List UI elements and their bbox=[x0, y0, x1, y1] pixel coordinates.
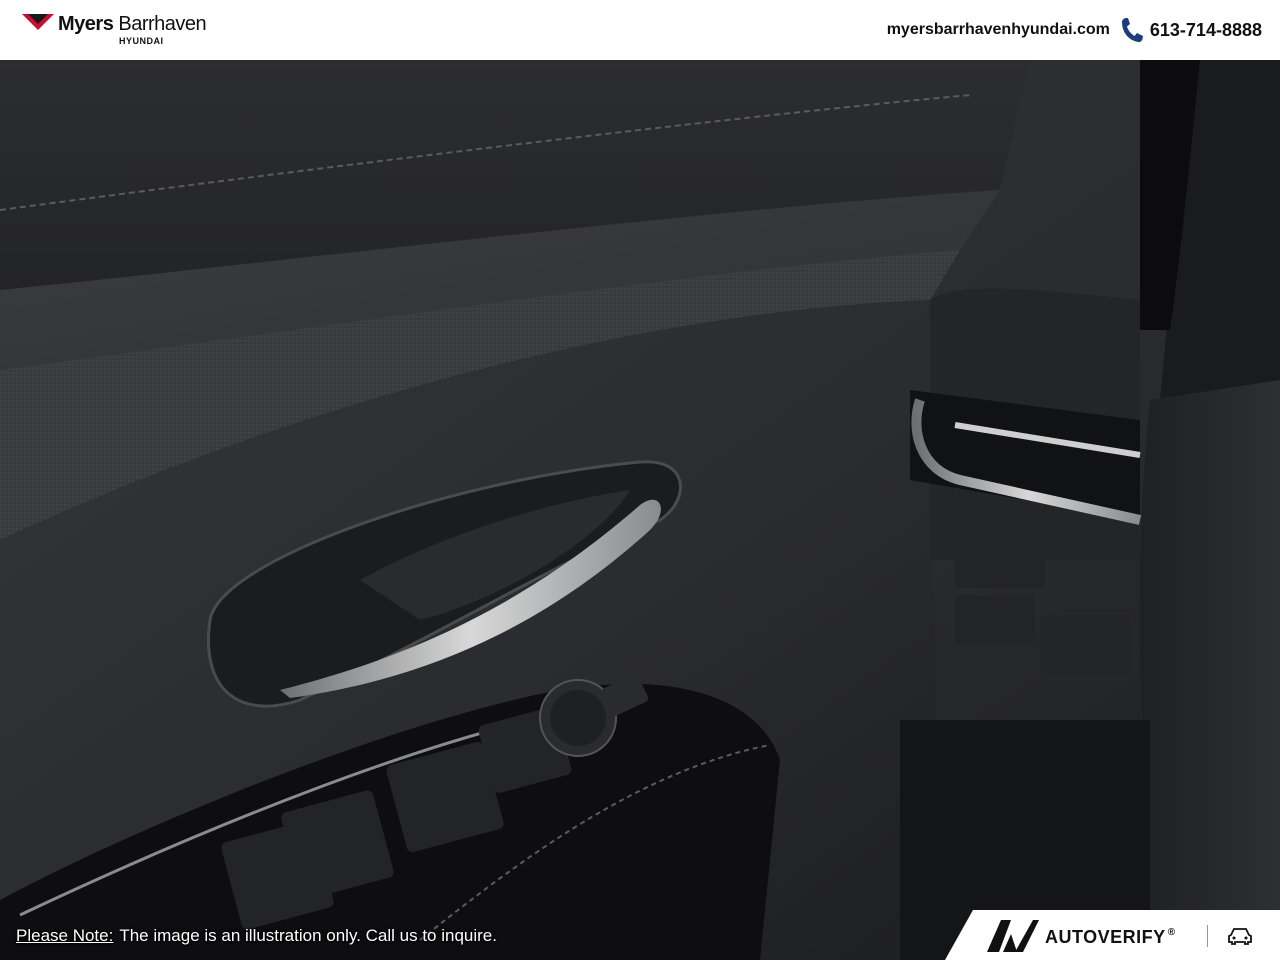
logo-name-regular: Barrhaven bbox=[118, 13, 207, 35]
autoverify-brand: AUTOVERIFY bbox=[1045, 927, 1166, 947]
registered-mark: ® bbox=[1167, 927, 1176, 938]
phone-number[interactable]: 613-714-8888 bbox=[1150, 20, 1262, 41]
autoverify-badge[interactable]: AUTOVERIFY ® bbox=[945, 910, 1280, 960]
hyundai-logo-icon bbox=[22, 14, 54, 30]
disclaimer-label: Please Note: bbox=[16, 926, 114, 945]
dealer-logo[interactable]: Myers Barrhaven HYUNDAI bbox=[22, 12, 222, 48]
contact-info: myersbarrhavenhyundai.com 613-714-8888 bbox=[887, 14, 1262, 46]
disclaimer-note: Please Note: The image is an illustration… bbox=[16, 926, 497, 946]
vehicle-photo bbox=[0, 60, 1280, 960]
logo-subtitle: HYUNDAI bbox=[119, 36, 164, 46]
site-header: Myers Barrhaven HYUNDAI myersbarrhavenhy… bbox=[0, 0, 1280, 60]
logo-name-bold: Myers bbox=[58, 13, 114, 35]
disclaimer-text: The image is an illustration only. Call … bbox=[119, 926, 497, 945]
website-link[interactable]: myersbarrhavenhyundai.com bbox=[887, 21, 1110, 39]
car-icon bbox=[1228, 928, 1252, 945]
autoverify-logo-icon bbox=[987, 920, 1039, 952]
badge-divider bbox=[1207, 925, 1208, 947]
phone-icon bbox=[1121, 18, 1143, 43]
